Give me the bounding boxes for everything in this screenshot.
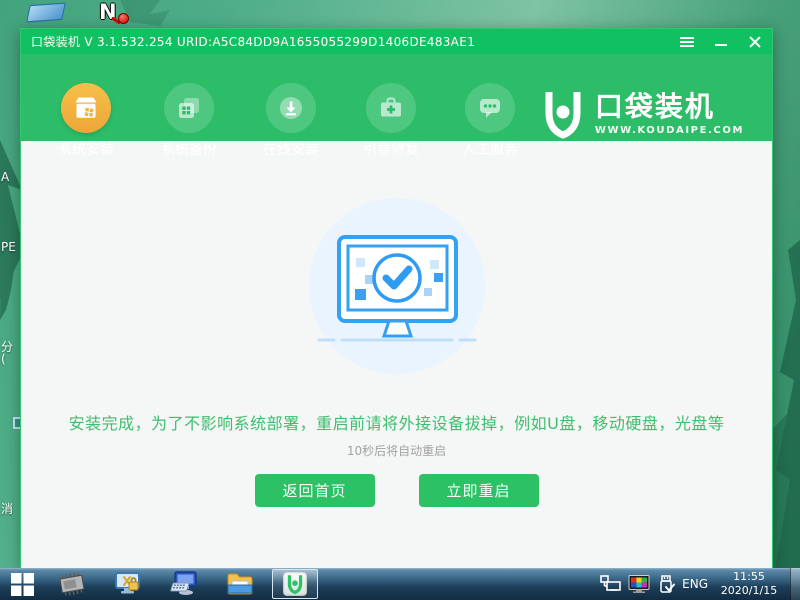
toolbox-icon: [366, 83, 416, 133]
taskbar: ENG 11:55 2020/1/15: [0, 568, 800, 600]
install-complete-message: 安装完成，为了不影响系统部署，重启前请将外接设备拔掉，例如U盘，移动硬盘，光盘等: [21, 410, 772, 434]
back-home-button[interactable]: 返回首页: [255, 474, 375, 507]
package-icon: [61, 83, 111, 133]
display-settings-icon[interactable]: [628, 575, 650, 593]
button-row: 返回首页 立即重启: [21, 474, 772, 507]
nav-tab-label: 系统备份: [144, 139, 234, 159]
auto-restart-countdown: 10秒后将自动重启: [21, 442, 772, 459]
folder-icon: [226, 572, 254, 596]
network-icon[interactable]: [600, 575, 622, 593]
app-window: 口袋装机 V 3.1.532.254 URID:A5C84DD9A1655055…: [20, 28, 773, 568]
minimize-button[interactable]: [712, 33, 730, 51]
shield-logo-icon: [541, 88, 585, 140]
nav-tab-system-install[interactable]: 系统安装: [41, 83, 131, 159]
windows-logo-icon: [11, 573, 34, 596]
brand-text: 口袋装机 WWW.KOUDAIPE.COM: [595, 92, 744, 136]
hamburger-icon: [680, 37, 694, 47]
taskbar-clock[interactable]: 11:55 2020/1/15: [714, 570, 784, 598]
close-icon: [749, 36, 761, 48]
menu-button[interactable]: [678, 33, 696, 51]
taskbar-app-koudai-zhuangji[interactable]: [272, 569, 318, 599]
taskbar-icon-snipping-tool[interactable]: [114, 572, 142, 596]
taskbar-icon-keyboard-display[interactable]: [170, 572, 198, 596]
desktop: N A PE 分 ( 消 口袋装机 V 3.1.532.254 URID:A5C…: [0, 0, 800, 600]
brand-url: WWW.KOUDAIPE.COM: [595, 125, 744, 136]
window-title: 口袋装机 V 3.1.532.254 URID:A5C84DD9A1655055…: [31, 33, 475, 50]
snipping-tool-icon: [114, 571, 142, 597]
start-button[interactable]: [8, 572, 36, 596]
download-icon: [266, 83, 316, 133]
titlebar-controls: [678, 29, 764, 54]
desktop-label-fragment: PE: [1, 240, 16, 254]
desktop-label-fragment: (: [1, 352, 6, 366]
nav-tab-label: 引导修复: [346, 139, 436, 159]
show-desktop-button[interactable]: [790, 568, 800, 600]
restart-now-button[interactable]: 立即重启: [419, 474, 539, 507]
clock-date: 2020/1/15: [714, 584, 784, 598]
taskbar-icon-memory-chip[interactable]: [58, 572, 86, 596]
backup-copies-icon: [164, 83, 214, 133]
desktop-icon-display[interactable]: [26, 3, 66, 23]
nav-tab-human-service[interactable]: 人工服务: [445, 83, 535, 159]
clock-time: 11:55: [714, 570, 784, 584]
keyboard-display-icon: [170, 571, 198, 597]
desktop-icon-n-ball: [118, 13, 129, 24]
language-indicator[interactable]: ENG: [682, 577, 708, 591]
nav-tab-online-install[interactable]: 在线安装: [246, 83, 336, 159]
brand-logo: 口袋装机 WWW.KOUDAIPE.COM: [541, 88, 744, 140]
titlebar: 口袋装机 V 3.1.532.254 URID:A5C84DD9A1655055…: [21, 29, 772, 54]
desktop-label-fragment: A: [1, 170, 9, 184]
nav-tab-label: 人工服务: [445, 139, 535, 159]
minimize-icon: [715, 44, 727, 46]
usb-safely-remove-icon[interactable]: [656, 575, 676, 595]
memory-chip-icon: [58, 572, 86, 596]
desktop-icon-n[interactable]: N: [99, 0, 131, 26]
chat-bubble-icon: [465, 83, 515, 133]
close-button[interactable]: [746, 33, 764, 51]
nav-tab-label: 系统安装: [41, 139, 131, 159]
nav-tab-label: 在线安装: [246, 139, 336, 159]
nav-tab-system-backup[interactable]: 系统备份: [144, 83, 234, 159]
main-content: 安装完成，为了不影响系统部署，重启前请将外接设备拔掉，例如U盘，移动硬盘，光盘等…: [21, 198, 772, 600]
nav-tab-boot-repair[interactable]: 引导修复: [346, 83, 436, 159]
nav-band: 系统安装 系统备份: [21, 54, 772, 141]
taskbar-icon-file-explorer[interactable]: [226, 572, 254, 596]
desktop-label-fragment: 消: [1, 500, 13, 517]
koudai-shield-icon: [283, 572, 307, 596]
monitor-check-illustration: [309, 198, 485, 374]
brand-title: 口袋装机: [595, 92, 744, 122]
